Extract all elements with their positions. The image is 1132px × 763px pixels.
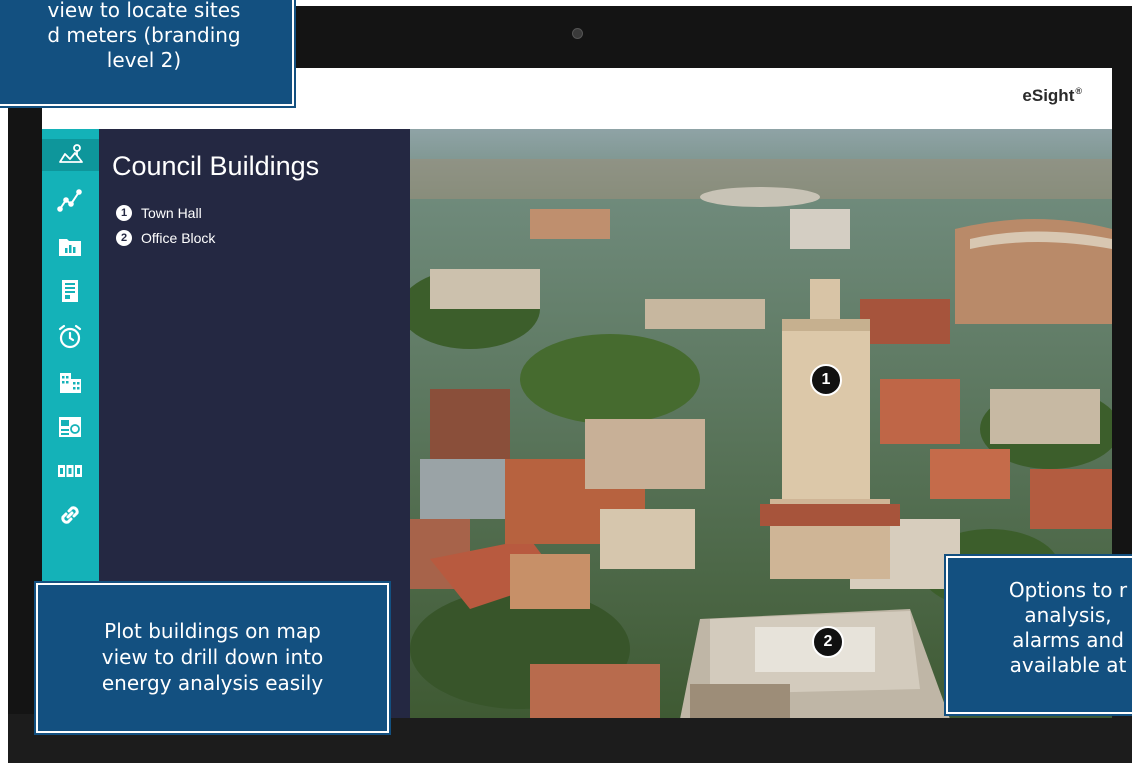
link-icon[interactable] xyxy=(54,499,86,531)
callout-plot-buildings: Plot buildings on map view to drill down… xyxy=(36,583,389,733)
building-number-badge: 2 xyxy=(116,230,132,246)
building-label: Office Block xyxy=(141,230,216,246)
callout-line: alarms and xyxy=(1012,628,1124,652)
panel-title: Council Buildings xyxy=(112,151,320,181)
callout-branding: view to locate sites d meters (branding … xyxy=(0,0,294,106)
callout-line: view to locate sites xyxy=(47,0,241,22)
building-number-badge: 1 xyxy=(116,205,132,221)
callout-line: available at xyxy=(1009,653,1127,677)
webcam-icon xyxy=(572,28,583,39)
brand-logo: eSight® xyxy=(1022,86,1082,106)
callout-line: energy analysis easily xyxy=(101,671,324,695)
line-chart-icon[interactable] xyxy=(54,184,86,216)
map-marker-1[interactable]: 1 xyxy=(810,364,842,396)
registered-mark: ® xyxy=(1075,86,1082,96)
building-item-office-block[interactable]: 2 Office Block xyxy=(116,228,215,248)
callout-line: Options to r xyxy=(1008,578,1128,602)
building-item-town-hall[interactable]: 1 Town Hall xyxy=(116,203,202,223)
callout-line: d meters (branding xyxy=(47,23,241,47)
map-pin-icon[interactable] xyxy=(42,139,99,171)
report-icon[interactable] xyxy=(54,275,86,307)
building-label: Town Hall xyxy=(141,205,202,221)
callout-line: level 2) xyxy=(106,48,182,72)
brand-name: eSight xyxy=(1022,86,1075,105)
alarm-clock-icon[interactable] xyxy=(54,321,86,353)
callout-line: Plot buildings on map xyxy=(104,619,321,643)
callout-line: view to drill down into xyxy=(101,645,324,669)
counter-icon[interactable] xyxy=(54,455,86,487)
buildings-icon[interactable] xyxy=(54,366,86,398)
callout-options: Options to r analysis, alarms and availa… xyxy=(946,556,1132,714)
map-marker-2[interactable]: 2 xyxy=(812,626,844,658)
callout-line: analysis, xyxy=(1024,603,1112,627)
dashboard-icon[interactable] xyxy=(54,411,86,443)
bar-chart-folder-icon[interactable] xyxy=(54,230,86,262)
